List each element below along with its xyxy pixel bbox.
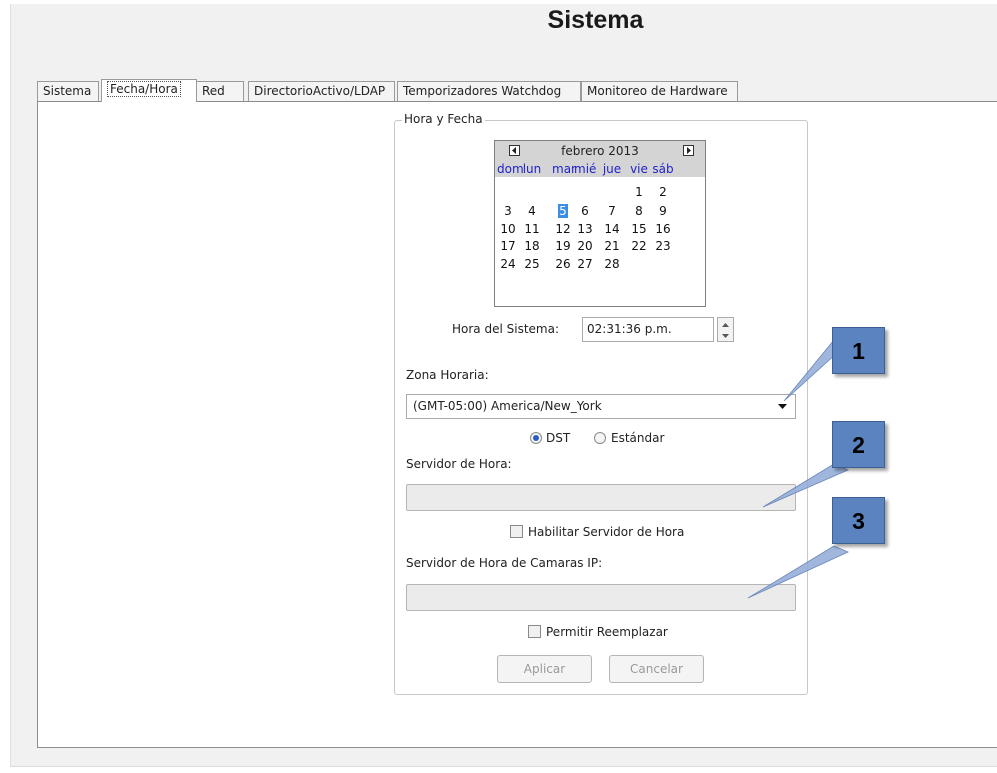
allow-override-label: Permitir Reemplazar <box>546 625 668 639</box>
calendar-day[interactable]: 4 <box>521 204 543 218</box>
day-of-week-label: vie <box>630 162 648 176</box>
standard-label: Estándar <box>611 431 665 445</box>
tab-sistema[interactable]: Sistema <box>37 81 99 101</box>
calendar-day[interactable]: 28 <box>601 257 623 271</box>
group-legend: Hora y Fecha <box>402 112 485 126</box>
tab-label: Sistema <box>43 84 92 98</box>
calendar-day-selected[interactable]: 5 <box>552 204 574 218</box>
calendar-day[interactable]: 17 <box>497 239 519 253</box>
next-month-button[interactable] <box>683 145 694 156</box>
tab-label: Temporizadores Watchdog <box>403 84 562 98</box>
calendar-day[interactable]: 22 <box>628 239 650 253</box>
calendar-day[interactable]: 6 <box>574 204 596 218</box>
calendar-day[interactable]: 26 <box>552 257 574 271</box>
calendar-day[interactable]: 9 <box>652 204 674 218</box>
calendar-day[interactable]: 18 <box>521 239 543 253</box>
calendar-month-label: febrero 2013 <box>561 144 639 158</box>
system-time-label: Hora del Sistema: <box>452 322 559 336</box>
day-of-week-label: jue <box>602 162 622 176</box>
system-time-input[interactable]: 02:31:36 p.m. <box>582 317 714 342</box>
calendar-day[interactable]: 2 <box>652 185 674 199</box>
tab-fecha-hora[interactable]: Fecha/Hora <box>101 79 197 102</box>
calendar[interactable]: febrero 2013 dom lun mar mié jue vie sáb… <box>494 140 706 307</box>
callout-badge: 2 <box>832 421 885 468</box>
tab-red[interactable]: Red <box>196 81 244 101</box>
calendar-day[interactable]: 10 <box>497 222 519 236</box>
dst-label: DST <box>546 431 571 445</box>
day-of-week-label: mié <box>574 162 597 176</box>
enable-time-server-label: Habilitar Servidor de Hora <box>528 525 685 539</box>
tab-label: DirectorioActivo/LDAP <box>254 84 386 98</box>
calendar-day[interactable]: 7 <box>601 204 623 218</box>
calendar-day[interactable]: 19 <box>552 239 574 253</box>
dropdown-arrow-icon <box>778 404 787 409</box>
tab-label: Fecha/Hora <box>107 81 181 97</box>
calendar-day[interactable]: 11 <box>521 222 543 236</box>
apply-button[interactable]: Aplicar <box>497 655 592 683</box>
calendar-day[interactable]: 14 <box>601 222 623 236</box>
spinner-up-button[interactable] <box>718 319 733 330</box>
calendar-day[interactable]: 1 <box>628 185 650 199</box>
dst-radio[interactable] <box>530 432 542 444</box>
timezone-value: (GMT-05:00) America/New_York <box>413 399 602 413</box>
calendar-day[interactable]: 27 <box>574 257 596 271</box>
calendar-day[interactable]: 16 <box>652 222 674 236</box>
time-spinner[interactable] <box>717 317 734 342</box>
calendar-day[interactable]: 3 <box>497 204 519 218</box>
callout-badge: 3 <box>832 497 885 544</box>
standard-radio[interactable] <box>594 432 606 444</box>
chevron-right-icon <box>687 147 691 154</box>
calendar-day[interactable]: 25 <box>521 257 543 271</box>
chevron-down-icon <box>722 334 729 338</box>
day-of-week-label: dom <box>497 162 524 176</box>
calendar-day[interactable]: 13 <box>574 222 596 236</box>
tab-temporizadores-watchdog[interactable]: Temporizadores Watchdog <box>397 81 581 101</box>
tab-directorio-activo-ldap[interactable]: DirectorioActivo/LDAP <box>248 81 395 101</box>
ip-camera-time-server-input[interactable] <box>406 584 796 611</box>
time-server-input[interactable] <box>406 484 796 511</box>
timezone-label: Zona Horaria: <box>406 368 489 382</box>
calendar-day[interactable]: 21 <box>601 239 623 253</box>
calendar-day[interactable]: 12 <box>552 222 574 236</box>
spinner-down-button[interactable] <box>718 330 733 341</box>
enable-time-server-checkbox[interactable] <box>510 525 523 538</box>
calendar-day[interactable]: 20 <box>574 239 596 253</box>
cancel-button[interactable]: Cancelar <box>609 655 704 683</box>
tab-label: Red <box>202 84 225 98</box>
tab-label: Monitoreo de Hardware <box>587 84 728 98</box>
timezone-select[interactable]: (GMT-05:00) America/New_York <box>406 394 796 419</box>
chevron-up-icon <box>722 323 729 327</box>
day-of-week-label: sáb <box>652 162 674 176</box>
allow-override-checkbox[interactable] <box>528 625 541 638</box>
day-of-week-label: lun <box>522 162 542 176</box>
calendar-day[interactable]: 8 <box>628 204 650 218</box>
calendar-day[interactable]: 24 <box>497 257 519 271</box>
page-title: Sistema <box>547 6 644 34</box>
day-of-week-label: mar <box>552 162 576 176</box>
callout-badge: 1 <box>832 327 885 374</box>
tab-monitoreo-de-hardware[interactable]: Monitoreo de Hardware <box>581 81 738 101</box>
ip-camera-time-server-label: Servidor de Hora de Camaras IP: <box>406 556 603 570</box>
calendar-day[interactable]: 23 <box>652 239 674 253</box>
calendar-day[interactable]: 15 <box>628 222 650 236</box>
time-server-label: Servidor de Hora: <box>406 457 512 471</box>
